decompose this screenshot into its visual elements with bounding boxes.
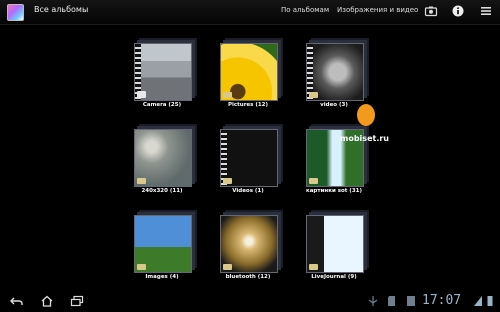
page-title: Все альбомы xyxy=(34,5,89,14)
album-thumbnail xyxy=(306,215,364,273)
folder-badge-icon xyxy=(309,178,318,184)
back-icon[interactable] xyxy=(10,295,24,307)
album-thumbnail xyxy=(134,215,192,273)
action-bar: Все альбомы По альбомам Изображения и ви… xyxy=(0,0,500,25)
folder-badge-icon xyxy=(137,264,146,270)
album-thumbnail xyxy=(306,43,364,101)
album-thumbnail xyxy=(220,215,278,273)
watermark: mobiset.ru xyxy=(340,134,389,143)
album-label: Pictures (12) xyxy=(227,102,269,108)
album-thumbnail xyxy=(134,43,192,101)
album-thumbnail xyxy=(220,129,278,187)
sd-card-icon xyxy=(388,296,395,306)
home-icon[interactable] xyxy=(40,295,54,307)
images-and-video-button[interactable]: Изображения и видео xyxy=(337,6,418,14)
info-icon[interactable] xyxy=(451,4,465,18)
recent-apps-icon[interactable] xyxy=(70,295,84,307)
album-label: 240x320 (11) xyxy=(141,188,183,194)
by-albums-button[interactable]: По альбомам xyxy=(281,6,329,14)
album-label: картинки sot (31) xyxy=(305,188,362,194)
menu-icon[interactable] xyxy=(479,4,493,18)
camera-badge-icon xyxy=(137,91,146,98)
album-thumbnail xyxy=(220,43,278,101)
wifi-icon xyxy=(474,296,482,306)
folder-badge-icon xyxy=(223,178,232,184)
watermark-logo xyxy=(357,104,375,126)
battery-icon xyxy=(487,296,493,306)
folder-badge-icon xyxy=(137,178,146,184)
folder-badge-icon xyxy=(223,92,232,98)
folder-badge-icon xyxy=(309,92,318,98)
notification-icon xyxy=(407,296,415,306)
album-label: Images (4) xyxy=(145,274,179,280)
usb-icon xyxy=(368,296,378,306)
album-label: LiveJournal (9) xyxy=(311,274,357,280)
album-thumbnail xyxy=(134,129,192,187)
status-clock: 17:07 xyxy=(422,293,462,308)
camera-icon[interactable] xyxy=(424,4,438,18)
album-label: bluetooth (12) xyxy=(225,274,271,280)
folder-badge-icon xyxy=(309,264,318,270)
gallery-app-icon[interactable] xyxy=(7,4,24,21)
album-label: Camera (25) xyxy=(142,102,182,108)
system-bar: 17:07 xyxy=(0,290,500,312)
album-label: Videos (1) xyxy=(232,188,264,194)
folder-badge-icon xyxy=(223,264,232,270)
